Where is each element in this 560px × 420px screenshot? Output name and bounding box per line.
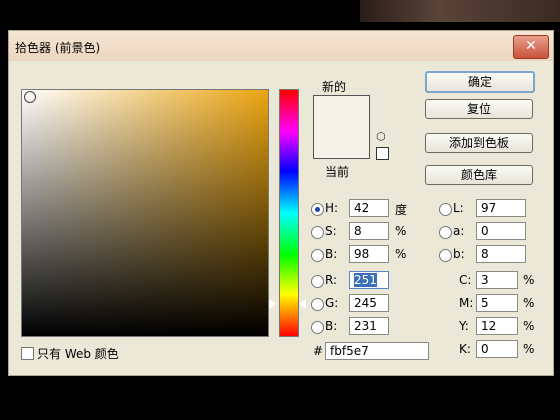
h-radio[interactable] [311, 203, 324, 216]
hex-label: # [313, 344, 324, 358]
b-label: B: [325, 247, 338, 261]
blue-radio[interactable] [311, 321, 324, 334]
b-input[interactable]: 98 [349, 245, 389, 263]
color-picker-dialog: 拾色器 (前景色) ✕ 新的 当前 ⬡ 确定 复位 添加到色板 颜色库 H: 4… [8, 30, 554, 376]
y-input[interactable]: 12 [476, 317, 518, 335]
l-input[interactable]: 97 [476, 199, 526, 217]
lab-b-input[interactable]: 8 [476, 245, 526, 263]
h-input[interactable]: 42 [349, 199, 389, 217]
add-to-swatches-button[interactable]: 添加到色板 [425, 133, 533, 153]
color-field[interactable] [21, 89, 269, 337]
dialog-title: 拾色器 (前景色) [15, 41, 101, 55]
s-unit: % [395, 224, 407, 238]
reset-button[interactable]: 复位 [425, 99, 533, 119]
ok-button[interactable]: 确定 [425, 71, 535, 93]
color-libraries-button[interactable]: 颜色库 [425, 165, 533, 185]
web-colors-only-checkbox[interactable] [21, 347, 34, 360]
c-unit: % [523, 273, 535, 287]
s-input[interactable]: 8 [349, 222, 389, 240]
r-input[interactable]: 251 [349, 271, 389, 289]
g-label: G: [325, 296, 339, 310]
m-input[interactable]: 5 [476, 294, 518, 312]
color-field-picker-ring[interactable] [24, 91, 36, 103]
s-radio[interactable] [311, 226, 324, 239]
hex-input[interactable]: fbf5e7 [325, 342, 429, 360]
lab-b-radio[interactable] [439, 249, 452, 262]
blue-label: B: [325, 319, 338, 333]
b-radio[interactable] [311, 249, 324, 262]
background-strip [360, 0, 560, 22]
new-color-label: 新的 [322, 80, 347, 94]
web-colors-only-label: 只有 Web 颜色 [37, 347, 119, 361]
current-color-label: 当前 [325, 165, 350, 179]
c-input[interactable]: 3 [476, 271, 518, 289]
k-input[interactable]: 0 [476, 340, 518, 358]
r-label: R: [325, 273, 338, 287]
h-unit: 度 [395, 203, 408, 217]
new-current-color-swatch[interactable] [313, 95, 370, 159]
r-radio[interactable] [311, 275, 324, 288]
g-input[interactable]: 245 [349, 294, 389, 312]
hue-slider-right-arrow-icon[interactable] [299, 299, 306, 309]
b-unit: % [395, 247, 407, 261]
r-input-selection: 251 [354, 273, 377, 287]
close-icon[interactable]: ✕ [513, 35, 549, 59]
k-label: K: [459, 342, 471, 356]
s-label: S: [325, 224, 337, 238]
lab-b-label: b: [453, 247, 465, 261]
y-label: Y: [459, 319, 469, 333]
l-radio[interactable] [439, 203, 452, 216]
k-unit: % [523, 342, 535, 356]
c-label: C: [459, 273, 472, 287]
a-label: a: [453, 224, 465, 238]
g-radio[interactable] [311, 298, 324, 311]
m-label: M: [459, 296, 474, 310]
l-label: L: [453, 201, 464, 215]
hue-slider[interactable] [279, 89, 299, 337]
cube-icon[interactable]: ⬡ [376, 130, 386, 143]
m-unit: % [523, 296, 535, 310]
web-safe-swatch-icon[interactable] [376, 147, 389, 160]
y-unit: % [523, 319, 535, 333]
a-input[interactable]: 0 [476, 222, 526, 240]
blue-input[interactable]: 231 [349, 317, 389, 335]
title-bar: 拾色器 (前景色) ✕ [9, 31, 553, 61]
a-radio[interactable] [439, 226, 452, 239]
hue-slider-left-arrow-icon[interactable] [269, 299, 276, 309]
h-label: H: [325, 201, 339, 215]
